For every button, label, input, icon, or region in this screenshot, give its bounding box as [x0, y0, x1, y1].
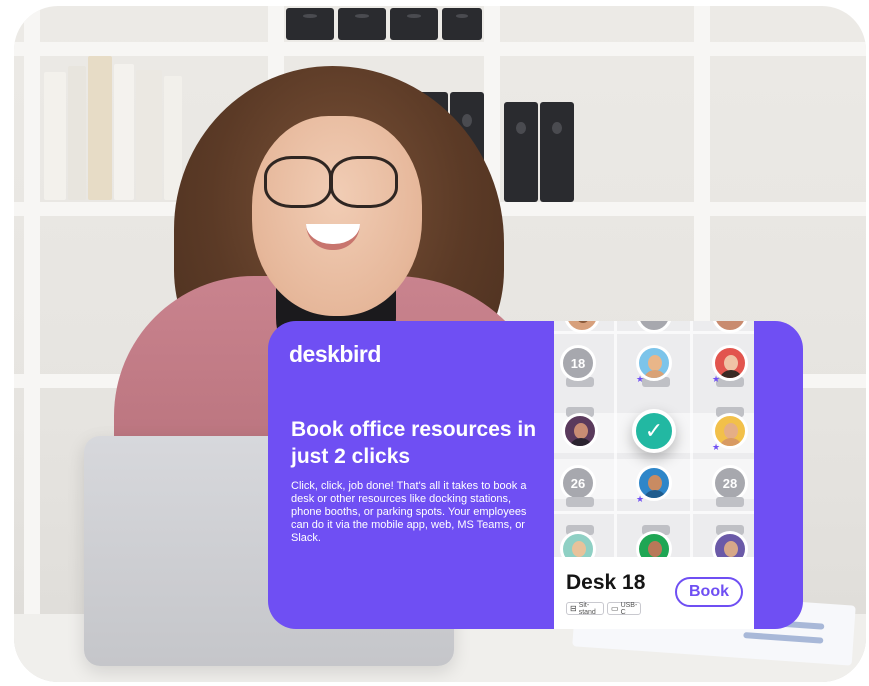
binder	[390, 8, 438, 40]
booking-panel: Desk 18 ⊟ Sit-stand ▭ USB-C Book	[554, 557, 754, 629]
promo-headline: Book office resources in just 2 clicks	[291, 418, 537, 468]
chair	[716, 497, 744, 507]
brand-logo: deskbird	[289, 341, 381, 367]
book	[44, 72, 66, 200]
feature-chip: ⊟ Sit-stand	[566, 601, 604, 616]
book	[164, 76, 182, 200]
book	[136, 70, 162, 200]
check-icon[interactable]: ✓	[632, 409, 676, 453]
binder	[338, 8, 386, 40]
monitor-icon: ▭	[611, 604, 619, 613]
desk-avatar[interactable]	[562, 413, 598, 449]
chair	[566, 497, 594, 507]
map-divider	[554, 511, 754, 514]
desk-title: Desk 18	[566, 571, 646, 594]
sit-stand-icon: ⊟	[570, 604, 577, 613]
binder	[286, 8, 334, 40]
feature-label: USB-C	[620, 601, 638, 616]
star-icon: ★	[712, 442, 721, 452]
paper-chart-bar	[743, 632, 824, 644]
star-icon: ★	[636, 494, 645, 504]
book-button[interactable]: Book	[675, 577, 743, 607]
star-icon: ★	[712, 374, 721, 384]
book	[114, 64, 134, 200]
book	[68, 66, 86, 200]
person-face	[252, 116, 422, 316]
shelf-board	[14, 42, 866, 56]
book	[88, 56, 112, 200]
desk-number-28[interactable]: 28	[712, 465, 748, 501]
feature-chip: ▭ USB-C	[607, 601, 641, 616]
shelf-post	[24, 6, 40, 626]
feature-label: Sit-stand	[578, 601, 596, 616]
glasses-lens	[330, 156, 398, 208]
binder	[504, 102, 538, 202]
desk-number-26[interactable]: 26	[560, 465, 596, 501]
binder	[540, 102, 574, 202]
promo-card: deskbird Book office resources in just 2…	[268, 321, 803, 629]
glasses-lens	[264, 156, 332, 208]
star-icon: ★	[636, 374, 645, 384]
promo-description: Click, click, job done! That's all it ta…	[291, 480, 527, 544]
desk-number-18[interactable]: 18	[560, 345, 596, 381]
binder	[442, 8, 482, 40]
